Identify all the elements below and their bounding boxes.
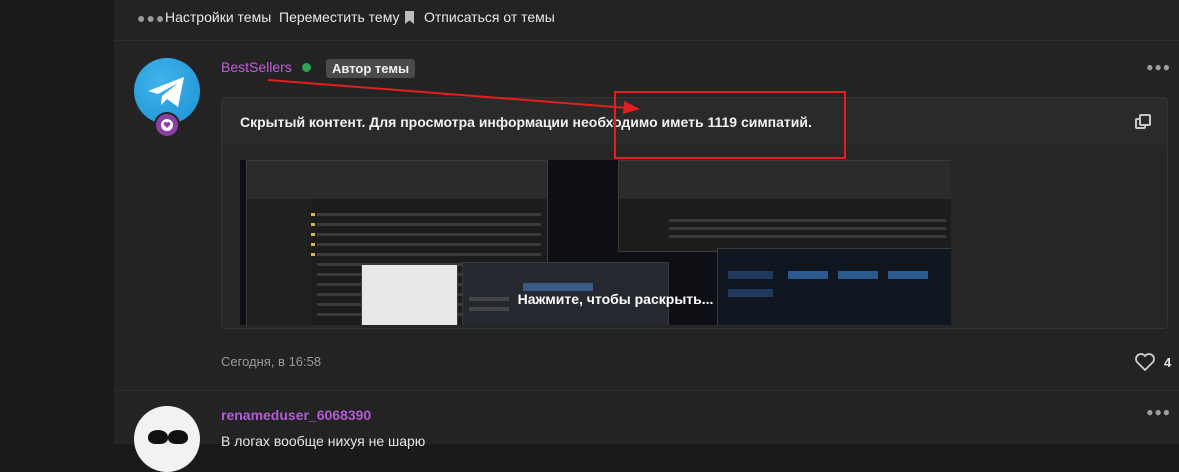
avatar[interactable] [134, 406, 200, 472]
post-message: В логах вообще нихуя не шарю [221, 433, 426, 449]
post-more-icon[interactable]: ●●● [1146, 60, 1171, 74]
post: renameduser_6068390 ●●● В логах вообще н… [114, 391, 1179, 472]
reveal-prompt[interactable]: Нажмите, чтобы раскрыть... [240, 160, 951, 325]
post-author[interactable]: renameduser_6068390 [221, 407, 371, 423]
heart-icon[interactable] [1134, 352, 1156, 372]
copy-icon[interactable] [1135, 114, 1151, 130]
spoiler-preview[interactable]: Нажмите, чтобы раскрыть... [222, 145, 1167, 328]
reveal-label[interactable]: Нажмите, чтобы раскрыть... [518, 291, 714, 307]
post-timestamp[interactable]: Сегодня, в 16:58 [221, 354, 321, 369]
heart-badge-icon [161, 119, 173, 131]
post-more-icon[interactable]: ●●● [1146, 405, 1171, 419]
likes-count: 4 [1164, 355, 1172, 370]
blurred-preview-image[interactable]: Нажмите, чтобы раскрыть... [240, 160, 951, 325]
annotation-arrow-icon [267, 79, 640, 114]
